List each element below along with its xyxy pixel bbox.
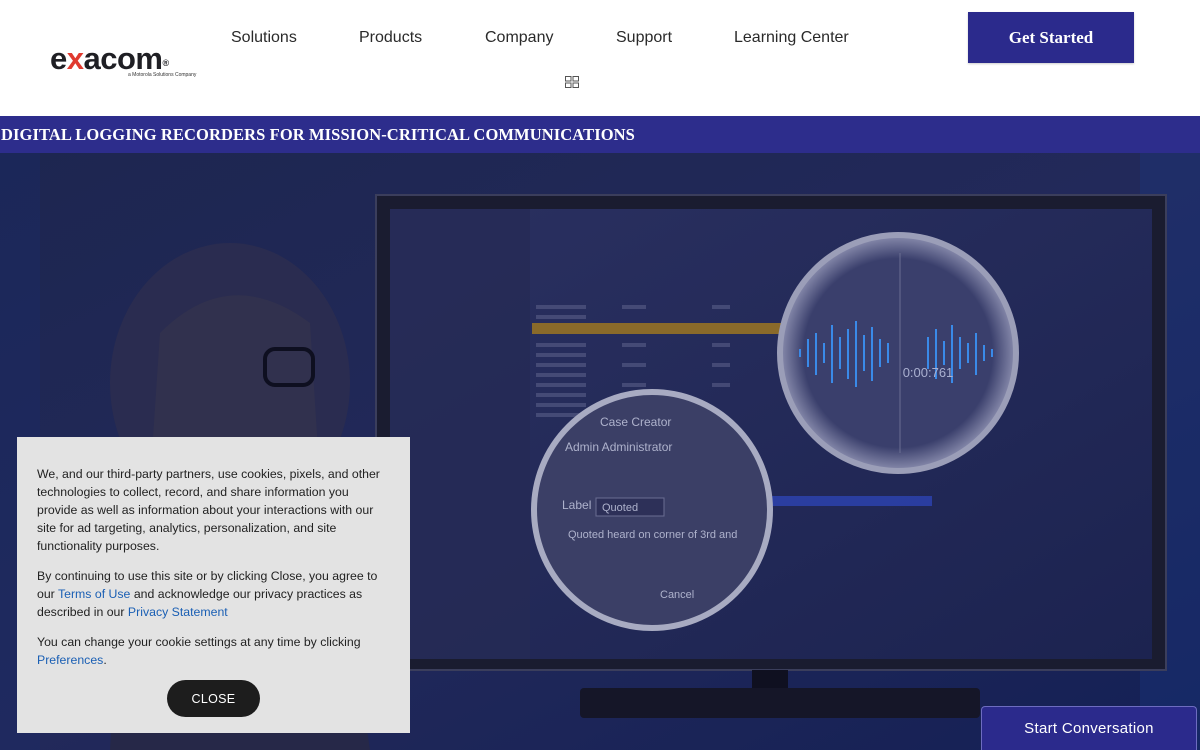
page-banner: DIGITAL LOGGING RECORDERS FOR MISSION-CR…	[0, 116, 1200, 153]
exacom-logo[interactable]: exacom® a Motorola Solutions Company	[50, 42, 200, 82]
popup-button: Cancel	[660, 589, 694, 601]
cookie-consent-dialog: We, and our third-party partners, use co…	[17, 437, 410, 733]
preferences-link[interactable]: Preferences	[37, 653, 103, 667]
popup-label: Label	[562, 498, 591, 512]
nav-item-support[interactable]: Support	[616, 28, 672, 48]
start-conversation-button[interactable]: Start Conversation	[981, 706, 1197, 750]
logo-tagline: a Motorola Solutions Company	[128, 72, 197, 78]
nav-item-products[interactable]: Products	[359, 28, 422, 48]
banner-title: DIGITAL LOGGING RECORDERS FOR MISSION-CR…	[1, 125, 635, 144]
cookie-close-button[interactable]: CLOSE	[167, 680, 260, 717]
popup-note: Quoted heard on corner of 3rd and	[568, 529, 737, 541]
terms-of-use-link[interactable]: Terms of Use	[58, 587, 130, 601]
nav-item-solutions[interactable]: Solutions	[231, 28, 297, 48]
grid-menu-icon[interactable]	[565, 76, 579, 88]
cookie-text-1: We, and our third-party partners, use co…	[37, 467, 380, 553]
cookie-text-2: By continuing to use this site or by cli…	[37, 569, 378, 619]
nav-item-company[interactable]: Company	[485, 28, 553, 48]
get-started-button[interactable]: Get Started	[968, 12, 1134, 63]
nav-item-learning-center[interactable]: Learning Center	[734, 28, 849, 48]
popup-row1: Case Creator	[600, 415, 671, 429]
cookie-text-3: You can change your cookie settings at a…	[37, 635, 361, 667]
popup-row2: Admin Administrator	[565, 440, 672, 454]
site-header: exacom® a Motorola Solutions Company Sol…	[0, 0, 1200, 116]
timer-readout: 0:00:761	[903, 365, 954, 380]
privacy-statement-link[interactable]: Privacy Statement	[128, 605, 228, 619]
popup-select: Quoted	[602, 502, 638, 514]
